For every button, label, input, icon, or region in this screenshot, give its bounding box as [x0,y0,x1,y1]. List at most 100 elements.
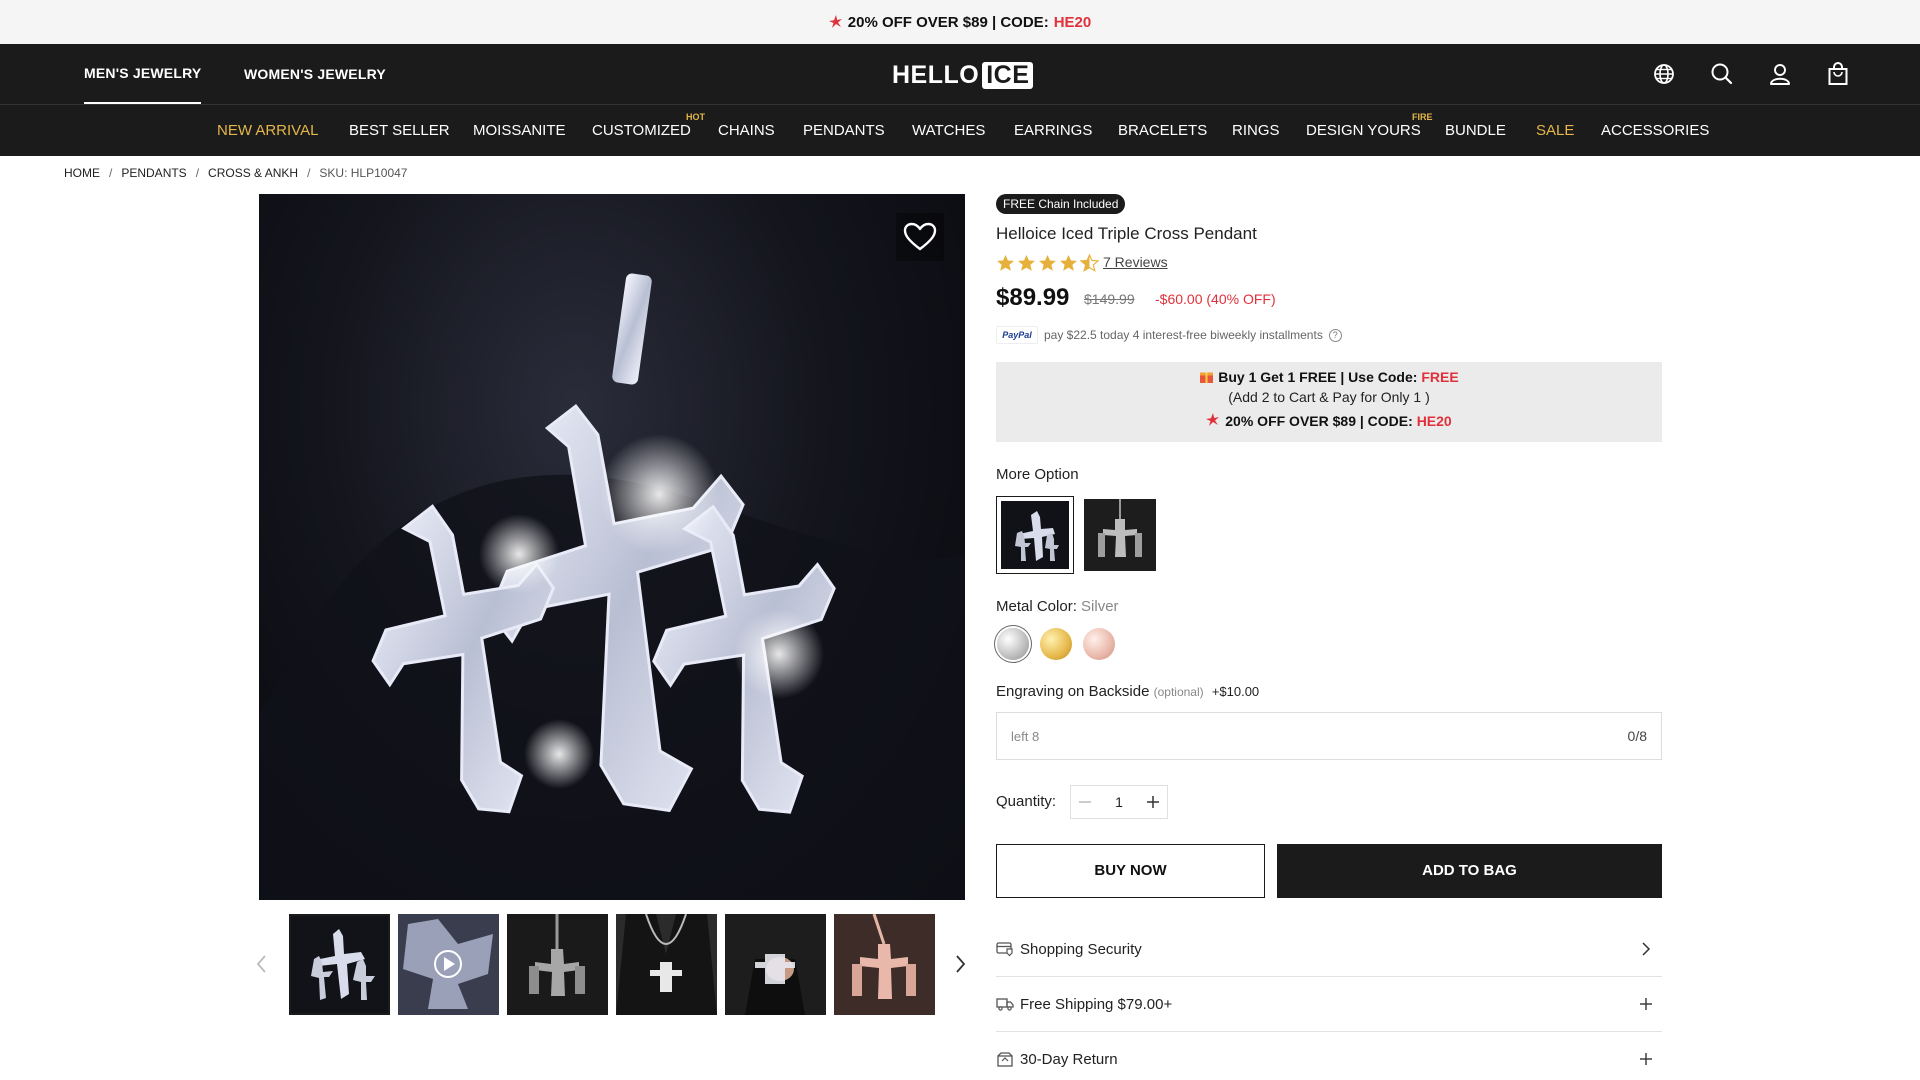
thumbnail-6[interactable] [834,914,935,1015]
promo-discount-code: HE20 [1416,413,1452,429]
thumbnail-image [311,929,375,1000]
metal-color-title: Metal Color: [996,598,1082,615]
promo-bogo-detail: (Add 2 to Cart & Pay for Only 1 ) [1228,389,1430,405]
product-title: Helloice Iced Triple Cross Pendant [996,224,1257,243]
globe-icon[interactable] [1651,61,1677,87]
star-icon [1038,254,1057,271]
metal-color-value: Silver [1081,598,1119,615]
star-icon [996,254,1015,271]
current-price: $89.99 [996,284,1070,311]
thumbnail-prev-chevron-icon[interactable] [252,952,272,976]
accordion-shopping-security[interactable]: Shopping Security [996,922,1662,977]
nav-earrings[interactable]: EARRINGS [1014,105,1092,157]
product-main-image[interactable] [259,194,965,900]
heart-icon [903,222,937,251]
add-to-bag-button[interactable]: ADD TO BAG [1277,844,1662,898]
free-chain-badge: FREE Chain Included [996,194,1126,214]
thumbnail-5[interactable] [725,914,826,1015]
option-image [1098,499,1142,557]
engraving-field-container: 0/8 [996,712,1662,760]
main-navigation: NEW ARRIVAL BEST SELLER MOISSANITE CUSTO… [0,104,1920,156]
swatch-gold[interactable] [1040,628,1072,660]
nav-design-yours[interactable]: DESIGN YOURS [1306,105,1421,157]
thumbnail-3[interactable] [507,914,608,1015]
thumbnail-image [725,914,826,1015]
account-icon[interactable] [1767,61,1793,87]
nav-new-arrival[interactable]: NEW ARRIVAL [217,105,318,157]
truck-icon [996,998,1014,1011]
star-icon [1059,254,1078,271]
swatch-silver[interactable] [997,628,1029,660]
nav-moissanite[interactable]: MOISSANITE [473,105,566,157]
thumbnail-next-chevron-icon[interactable] [950,952,970,976]
nav-bundle[interactable]: BUNDLE [1445,105,1506,157]
reviews-link[interactable]: 7 Reviews [1103,254,1168,270]
option-style-2[interactable] [1084,499,1156,571]
promo-box: Buy 1 Get 1 FREE | Use Code: FREE (Add 2… [996,362,1662,442]
engraving-title: Engraving on Backside [996,683,1150,700]
nav-chains[interactable]: CHAINS [718,105,775,157]
quantity-label: Quantity: [996,793,1057,810]
engraving-input[interactable] [1011,728,1571,744]
nav-customized[interactable]: CUSTOMIZED [592,105,691,157]
thumbnail-1[interactable] [289,914,390,1015]
nav-pendants[interactable]: PENDANTS [803,105,885,157]
shopping-bag-icon[interactable] [1825,61,1851,87]
option-image [1015,511,1059,561]
breadcrumb-pendants[interactable]: PENDANTS [121,166,186,180]
nav-best-seller[interactable]: BEST SELLER [349,105,450,157]
accordion-label: Shopping Security [1020,940,1142,958]
announcement-bar: 20% OFF OVER $89 | CODE: HE20 [0,0,1920,44]
nav-rings[interactable]: RINGS [1232,105,1280,157]
breadcrumb: HOME / PENDANTS / CROSS & ANKH / SKU: HL… [64,166,407,180]
accordion-30-day-return[interactable]: 30-Day Return [996,1032,1662,1080]
quantity-value[interactable]: 1 [1115,794,1123,810]
thumbnail-4[interactable] [616,914,717,1015]
original-price: $149.99 [1084,291,1135,307]
swatch-rose-gold[interactable] [1083,628,1115,660]
rating-stars [996,254,1099,272]
option-style-1[interactable] [996,496,1074,574]
promo-bogo-text: Buy 1 Get 1 FREE | Use Code: [1218,369,1422,385]
plus-icon [1640,998,1652,1010]
thumbnail-image [616,914,717,1015]
pendant-illustration [259,273,965,900]
accordion-free-shipping[interactable]: Free Shipping $79.00+ [996,977,1662,1032]
discount-amount: -$60.00 (40% OFF) [1155,291,1276,307]
engraving-optional: (optional) [1153,685,1204,699]
wishlist-button[interactable] [896,213,944,261]
quantity-stepper: 1 [1070,785,1168,819]
nav-accessories[interactable]: ACCESSORIES [1601,105,1709,157]
breadcrumb-sku: SKU: HLP10047 [319,166,408,180]
breadcrumb-home[interactable]: HOME [64,166,100,180]
breadcrumb-cross-ankh[interactable]: CROSS & ANKH [208,166,298,180]
gift-icon [1200,372,1214,383]
shield-card-icon [996,942,1013,957]
spark-icon [1206,413,1220,426]
thumbnail-image [852,914,916,999]
buy-now-button[interactable]: BUY NOW [996,844,1265,898]
promo-line-discount: 20% OFF OVER $89 | CODE: HE20 [996,413,1662,429]
minus-icon[interactable] [1077,794,1093,810]
tab-mens-jewelry[interactable]: MEN'S JEWELRY [84,44,202,104]
paypal-text: pay $22.5 today 4 interest-free biweekly… [1044,328,1323,342]
breadcrumb-separator: / [307,166,311,180]
search-icon[interactable] [1709,61,1735,87]
nav-sale[interactable]: SALE [1536,105,1574,157]
paypal-logo-icon: PayPal [996,326,1038,344]
nav-watches[interactable]: WATCHES [912,105,985,157]
logo-text-ice: ICE [982,61,1034,89]
engraving-price: +$10.00 [1211,684,1260,699]
help-question-icon[interactable]: ? [1328,328,1342,342]
promo-line-bogo: Buy 1 Get 1 FREE | Use Code: FREE [996,369,1662,385]
nav-bracelets[interactable]: BRACELETS [1118,105,1207,157]
plus-icon[interactable] [1145,794,1161,810]
promo-bogo-code: FREE [1421,369,1459,385]
chevron-right-icon [1642,942,1651,956]
thumbnail-2-video[interactable] [398,914,499,1015]
announcement-code: HE20 [1053,13,1092,31]
breadcrumb-separator: / [195,166,200,180]
site-logo[interactable]: HELLO ICE [892,60,1034,89]
tab-womens-jewelry[interactable]: WOMEN'S JEWELRY [244,44,386,104]
logo-text-hello: HELLO [892,60,980,89]
